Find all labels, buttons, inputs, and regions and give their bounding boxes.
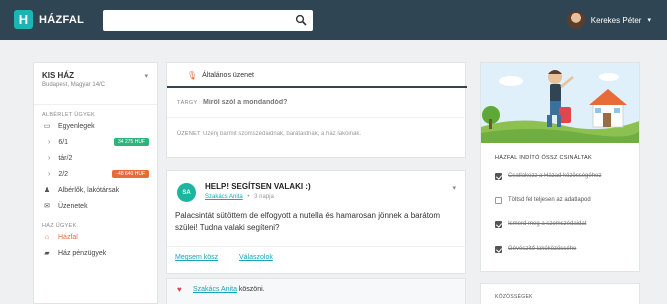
message-input[interactable] — [203, 131, 453, 137]
brand-logo: H — [14, 10, 33, 29]
post-card: SA HELP! SEGÍTSEN VALAKI :) Szakács Anit… — [166, 170, 467, 275]
message-composer: 🎙 Általános üzenet TÁRGY ÜZENET — [166, 62, 467, 158]
chevron-down-icon: ▾ — [144, 73, 148, 80]
sidebar-item-label: Házfal — [58, 233, 78, 241]
post-action-link[interactable]: Megsem kösz — [175, 254, 218, 261]
sidebar-item-label: Egyenlegek — [58, 122, 95, 130]
sidebar-item-tar-2[interactable]: › tár/2 — [34, 150, 157, 166]
sidebar-item-label: Üzenetek — [58, 202, 88, 210]
home-icon: ⌂ — [44, 233, 50, 241]
avatar — [566, 11, 585, 29]
chevron-down-icon: ▾ — [647, 17, 651, 24]
checkbox-checked-icon[interactable] — [495, 172, 502, 180]
post-body: Palacsintát sütöttem de elfogyott a nute… — [175, 211, 441, 232]
sidebar-item-label: Ház pénzügyek — [58, 249, 107, 257]
subject-label: TÁRGY — [177, 99, 198, 106]
checkbox-empty-icon[interactable] — [495, 196, 502, 204]
balance-badge-negative: -48 640 HUF — [112, 170, 149, 178]
checkbox-checked-icon[interactable] — [495, 245, 502, 253]
todo-label: Csatlakozz a Házad közösségéhez — [508, 173, 602, 179]
user-name: Kerekes Péter — [590, 15, 642, 25]
checkbox-checked-icon[interactable] — [495, 220, 502, 228]
sidebar-item-messages[interactable]: ✉ Üzenetek — [34, 198, 157, 214]
post-reactions: ♥ Szakács Anita köszöni. — [166, 278, 466, 304]
todo-label: Töltsd fel teljesen az adatlapod — [508, 197, 591, 203]
sidebar-item-balances[interactable]: ▭ Egyenlegek — [34, 118, 157, 134]
sidebar-item-label: 6/1 — [58, 138, 69, 146]
post-meta: Szakács Anita • 3 napja — [205, 194, 274, 200]
search-box — [103, 10, 313, 31]
tab-label: Általános üzenet — [202, 72, 254, 79]
onboarding-card: HÁZFAL INDÍTÓ ÖSSZ CSINÁLTAK Csatlakozz … — [480, 62, 640, 272]
sidebar-item-house-finances[interactable]: ▰ Ház pénzügyek — [34, 245, 157, 261]
onboarding-title: HÁZFAL INDÍTÓ ÖSSZ CSINÁLTAK — [495, 155, 592, 161]
meta-separator: • — [247, 194, 250, 200]
todo-label: Gévészítő lakóközösséhe — [508, 246, 577, 252]
brand[interactable]: H HÁZFAL — [14, 10, 84, 29]
mail-icon: ✉ — [44, 203, 50, 210]
heart-icon: ♥ — [177, 285, 182, 294]
post-actions: Megsem kösz Válaszolok — [167, 246, 467, 275]
reaction-text: Szakács Anita köszöni. — [193, 286, 265, 293]
balance-icon: ▭ — [43, 123, 51, 130]
todo-label: Ismerd meg a szomszédaidat — [508, 221, 587, 227]
sidebar-item-label: 2/2 — [58, 170, 69, 178]
household-selector[interactable]: KIS HÁZ Budapest, Magyar 14/C ▾ — [34, 63, 157, 105]
todo-item[interactable]: Gévészítő lakóközösséhe — [495, 243, 576, 255]
post-title: HELP! SEGÍTSEN VALAKI :) — [205, 182, 311, 191]
money-icon: ▰ — [44, 250, 50, 257]
user-menu[interactable]: Kerekes Péter ▾ — [566, 11, 651, 29]
chevron-right-icon: › — [48, 154, 51, 162]
brand-name: HÁZFAL — [39, 13, 85, 26]
welcome-illustration-graphic — [481, 63, 639, 143]
subject-row: TÁRGY — [167, 88, 467, 118]
reaction-author-link[interactable]: Szakács Anita — [193, 286, 237, 293]
card-title: KÖZÖSSÉGEK — [495, 294, 533, 300]
top-navigation-bar: H HÁZFAL Kerekes Péter ▾ — [0, 0, 667, 40]
sidebar-item-hazfal[interactable]: ⌂ Házfal — [34, 229, 157, 245]
sidebar: KIS HÁZ Budapest, Magyar 14/C ▾ ALBÉRLET… — [33, 62, 158, 304]
sidebar-item-2-2[interactable]: › 2/2 -48 640 HUF — [34, 166, 157, 182]
reply-link[interactable]: Válaszolok — [239, 254, 273, 261]
post-author-link[interactable]: Szakács Anita — [205, 194, 243, 200]
todo-item[interactable]: Ismerd meg a szomszédaidat — [495, 218, 586, 230]
reaction-suffix: köszöni. — [236, 286, 265, 293]
microphone-icon: 🎙 — [187, 71, 198, 80]
todo-item[interactable]: Csatlakozz a Házad közösségéhez — [495, 170, 601, 182]
sidebar-item-label: Albérlők, lakótársak — [58, 186, 120, 194]
search-input[interactable] — [103, 10, 283, 31]
subject-input[interactable] — [203, 99, 453, 106]
household-title: KIS HÁZ — [42, 71, 74, 80]
tab-general-message[interactable]: 🎙 Általános üzenet — [187, 71, 254, 80]
search-icon[interactable] — [295, 14, 307, 26]
communities-card: KÖZÖSSÉGEK — [480, 283, 640, 304]
sidebar-item-label: tár/2 — [58, 154, 73, 162]
person-icon: ♟ — [43, 187, 51, 194]
composer-tab-bar: 🎙 Általános üzenet — [167, 63, 467, 88]
sidebar-item-6-1[interactable]: › 6/1 34 275 HUF — [34, 134, 157, 150]
sidebar-item-tenants[interactable]: ♟ Albérlők, lakótársak — [34, 182, 157, 198]
balance-badge-positive: 34 275 HUF — [114, 138, 149, 146]
avatar: SA — [177, 183, 196, 202]
message-row: ÜZENET — [167, 119, 467, 149]
chevron-down-icon[interactable]: ▾ — [452, 184, 456, 192]
welcome-illustration — [481, 63, 639, 143]
chevron-right-icon: › — [48, 170, 51, 178]
chevron-right-icon: › — [48, 138, 51, 146]
message-label: ÜZENET — [177, 131, 201, 137]
todo-item[interactable]: Töltsd fel teljesen az adatlapod — [495, 194, 591, 206]
household-address: Budapest, Magyar 14/C — [42, 82, 106, 88]
post-time: 3 napja — [254, 194, 274, 200]
